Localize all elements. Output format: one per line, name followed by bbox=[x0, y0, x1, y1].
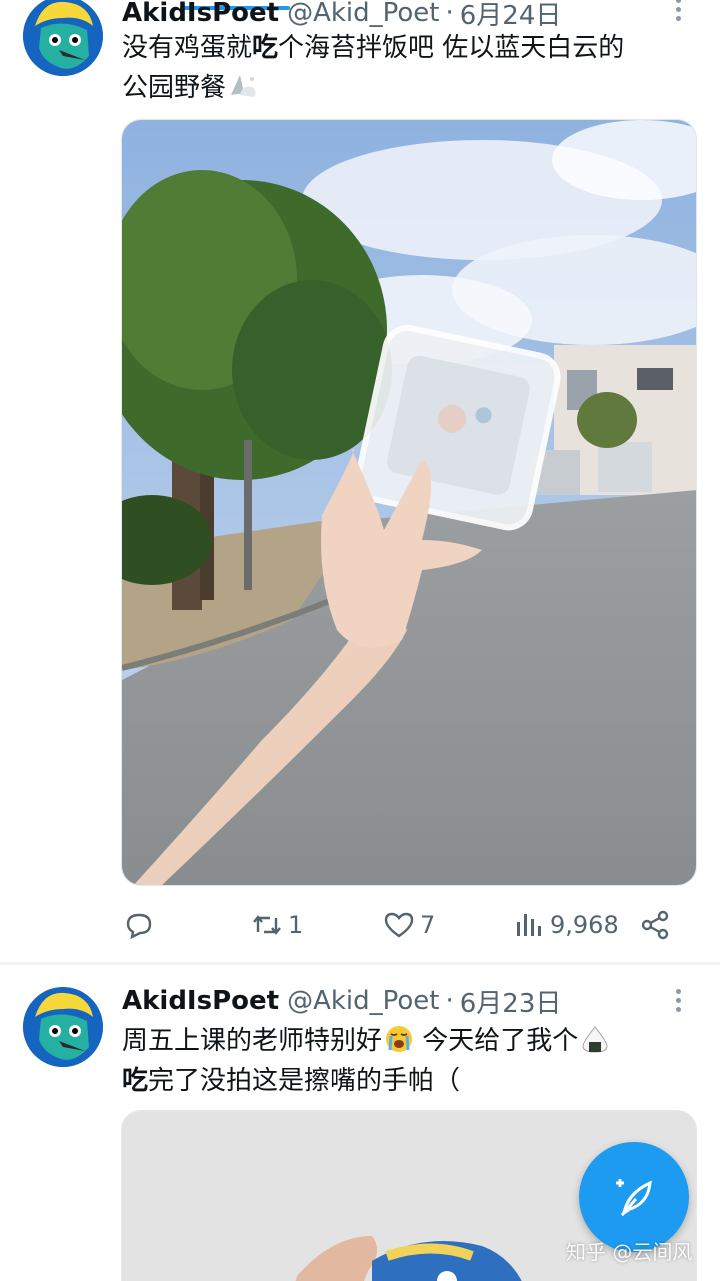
compose-feather-icon bbox=[616, 1179, 652, 1217]
heart-icon bbox=[384, 912, 414, 938]
rice-ball-emoji bbox=[580, 1024, 610, 1054]
tweet-text-part: 公园野餐 bbox=[122, 73, 227, 103]
tweet-text-part: 个海苔拌饭吧 佐以蓝天白云的 bbox=[278, 33, 625, 63]
author-name[interactable]: AkidIsPoet bbox=[122, 0, 279, 28]
tweet-text: 没有鸡蛋就吃个海苔拌饭吧 佐以蓝天白云的 公园野餐 bbox=[122, 28, 702, 108]
like-count: 7 bbox=[420, 911, 436, 939]
tweet-text-bold: 吃 bbox=[252, 33, 279, 63]
more-dots-icon[interactable] bbox=[668, 985, 688, 1015]
meta-separator: · bbox=[445, 986, 454, 1016]
avatar[interactable] bbox=[23, 987, 103, 1067]
tweet-text-part: 周五上课的老师特别好 bbox=[122, 1026, 383, 1056]
retweet-icon bbox=[253, 915, 281, 935]
share-icon bbox=[641, 910, 669, 940]
meta-separator: · bbox=[445, 0, 454, 28]
avatar[interactable] bbox=[23, 0, 103, 76]
tweet-date[interactable]: 6月23日 bbox=[460, 983, 562, 1020]
views-bar-chart-icon bbox=[517, 914, 541, 936]
views-button[interactable]: 9,968 bbox=[512, 900, 619, 950]
tweet-actions: 1 7 9,968 bbox=[122, 900, 682, 950]
reply-button[interactable] bbox=[122, 900, 156, 950]
tweet-text-part: 今天给了我个 bbox=[414, 1026, 579, 1056]
watermark: 知乎 @云间风 bbox=[566, 1240, 693, 1264]
like-button[interactable]: 7 bbox=[382, 900, 435, 950]
more-dots-icon[interactable] bbox=[668, 0, 688, 24]
reply-icon bbox=[126, 913, 152, 940]
tweet-date[interactable]: 6月24日 bbox=[460, 0, 562, 32]
tweet-text-bold: 吃 bbox=[122, 1066, 149, 1096]
sparkle-cloud-emoji bbox=[228, 71, 258, 101]
view-count: 9,968 bbox=[550, 911, 619, 939]
tweet-text-part: 没有鸡蛋就 bbox=[122, 33, 253, 63]
retweet-button[interactable]: 1 bbox=[250, 900, 303, 950]
tweet-text: 周五上课的老师特别好 今天给了我个 吃完了没拍这是擦嘴的手帕（ bbox=[122, 1021, 702, 1101]
author-handle[interactable]: @Akid_Poet bbox=[287, 0, 439, 28]
loudly-crying-face-emoji bbox=[384, 1024, 414, 1054]
tweet-image[interactable] bbox=[121, 119, 697, 886]
tweet-1[interactable]: AkidIsPoet @Akid_Poet · 6月24日 没有鸡蛋就吃个海苔拌… bbox=[0, 0, 720, 962]
author-name[interactable]: AkidIsPoet bbox=[122, 986, 279, 1016]
share-button[interactable] bbox=[638, 900, 672, 950]
tweet-text-part: 完了没拍这是擦嘴的手帕（ bbox=[148, 1066, 461, 1096]
author-handle[interactable]: @Akid_Poet bbox=[287, 986, 439, 1016]
retweet-count: 1 bbox=[288, 911, 304, 939]
